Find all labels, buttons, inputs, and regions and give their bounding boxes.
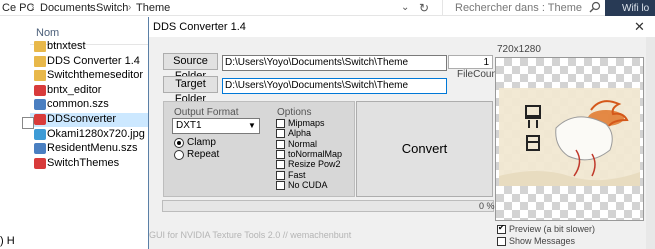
checkbox-label: toNormalMap [288,148,343,159]
checkbox-alpha[interactable] [276,129,285,139]
output-format-select[interactable]: DXT1 ▼ [172,118,260,134]
checkbox-label: Alpha [288,128,312,139]
footer-label: GUI for NVIDIA Texture Tools 2.0 // wema… [149,230,352,240]
file-name: DDSconverter [47,113,117,125]
file-name: bntx_editor [47,83,102,96]
app-icon [34,114,46,125]
chevron-right-icon: › [31,2,35,13]
title-bar[interactable]: DDS Converter 1.4 ✕ [149,17,655,37]
target-folder-button[interactable]: Target Folder [163,76,218,105]
checkbox-resize-pow2[interactable] [276,160,285,170]
checkbox-label: Fast [288,169,306,180]
row-checkbox[interactable] [22,117,34,129]
folder-icon [34,55,46,67]
show-messages-checkbox[interactable] [497,237,506,246]
file-list-item[interactable]: Okami1280x720.jpg [30,128,148,142]
radio-clamp[interactable] [174,138,184,148]
chevron-down-icon: ▼ [248,121,256,130]
refresh-icon[interactable]: ↻ [419,1,429,15]
column-header-name[interactable]: Nom [36,27,59,39]
file-list-item[interactable]: SwitchThemes [30,157,148,171]
checkbox-label: No CUDA [288,179,328,190]
checkbox-mipmaps[interactable] [276,119,285,128]
file-icon [34,143,46,155]
folder-icon [34,41,46,52]
target-folder-field[interactable]: D:\Users\Yoyo\Documents\Switch\Theme [222,78,447,94]
nav-pane-text: ) H [0,235,15,247]
file-list-item[interactable]: DDS Converter 1.4 [30,55,148,69]
wifi-label: Wifi lo [622,3,650,14]
show-messages-checkbox-label: Show Messages [509,236,576,246]
radio-label: Repeat [187,149,220,160]
progress-bar [162,200,494,212]
file-name: SwitchThemes [47,156,120,169]
window-scrollbar[interactable] [646,37,655,249]
search-icon [589,1,601,13]
file-count-field: 1 [448,55,493,69]
search-input[interactable]: Rechercher dans : Theme [442,0,605,15]
progress-percent: 0 % [479,201,495,211]
radio-repeat[interactable] [174,150,184,160]
file-list-item[interactable]: ResidentMenu.szs [30,142,148,156]
checkbox-fast[interactable] [276,170,285,180]
checkbox-label: Normal [288,138,318,149]
image-icon [34,128,46,140]
radio-label: Clamp [187,137,216,148]
app-icon [34,157,46,169]
breadcrumb-theme[interactable]: Theme [136,2,170,14]
file-list-item[interactable]: btnxtest [30,40,148,54]
file-name: Switchthemeseditor [47,69,143,82]
preview-checkbox-label: Preview (a bit slower) [509,224,596,234]
window-title: DDS Converter 1.4 [153,21,246,33]
dds-converter-window: DDS Converter 1.4 ✕ Source Folder D:\Use… [148,17,655,249]
checkbox-no-cuda[interactable] [276,180,285,190]
file-name: btnxtest [47,40,86,52]
chevron-right-icon: › [128,2,132,13]
chevron-down-icon[interactable]: ⌄ [401,2,409,13]
options-label: Options [277,107,312,118]
preview-checkbox[interactable] [497,223,506,234]
convert-button[interactable]: Convert [356,101,493,197]
checkbox-label: Mipmaps [288,118,325,128]
checkbox-tonormalmap[interactable] [276,149,285,159]
okami-artwork [499,88,640,186]
preview-dimensions: 720x1280 [497,44,541,55]
file-list-item[interactable]: DDSconverter [30,113,148,127]
output-format-label: Output Format [174,107,239,118]
checkbox-label: Resize Pow2 [288,159,341,170]
screen: Ce PC › Documents › Switch › Theme ⌄ ↻ R… [0,0,655,249]
preview-image [495,57,644,221]
breadcrumb-this-pc[interactable]: Ce PC [2,2,34,14]
app-icon [34,84,46,96]
source-folder-field[interactable]: D:\Users\Yoyo\Documents\Switch\Theme [222,55,447,71]
folder-icon [34,70,46,82]
file-list-item[interactable]: common.szs [30,98,148,112]
file-name: common.szs [47,98,109,111]
checkbox-normal[interactable] [276,139,285,149]
search-placeholder: Rechercher dans : Theme [455,2,582,14]
file-count-label: FileCount [457,69,500,80]
file-list-item[interactable]: bntx_editor [30,84,148,98]
output-format-value: DXT1 [176,120,202,131]
source-folder-button[interactable]: Source Folder [163,53,218,82]
file-list-item[interactable]: Switchthemeseditor [30,69,148,83]
file-icon [34,99,46,111]
close-icon[interactable]: ✕ [623,17,655,37]
file-name: DDS Converter 1.4 [47,54,140,67]
chevron-right-icon: › [88,2,92,13]
file-name: Okami1280x720.jpg [47,127,145,140]
breadcrumb-switch[interactable]: Switch [96,2,128,14]
file-name: ResidentMenu.szs [47,142,138,155]
